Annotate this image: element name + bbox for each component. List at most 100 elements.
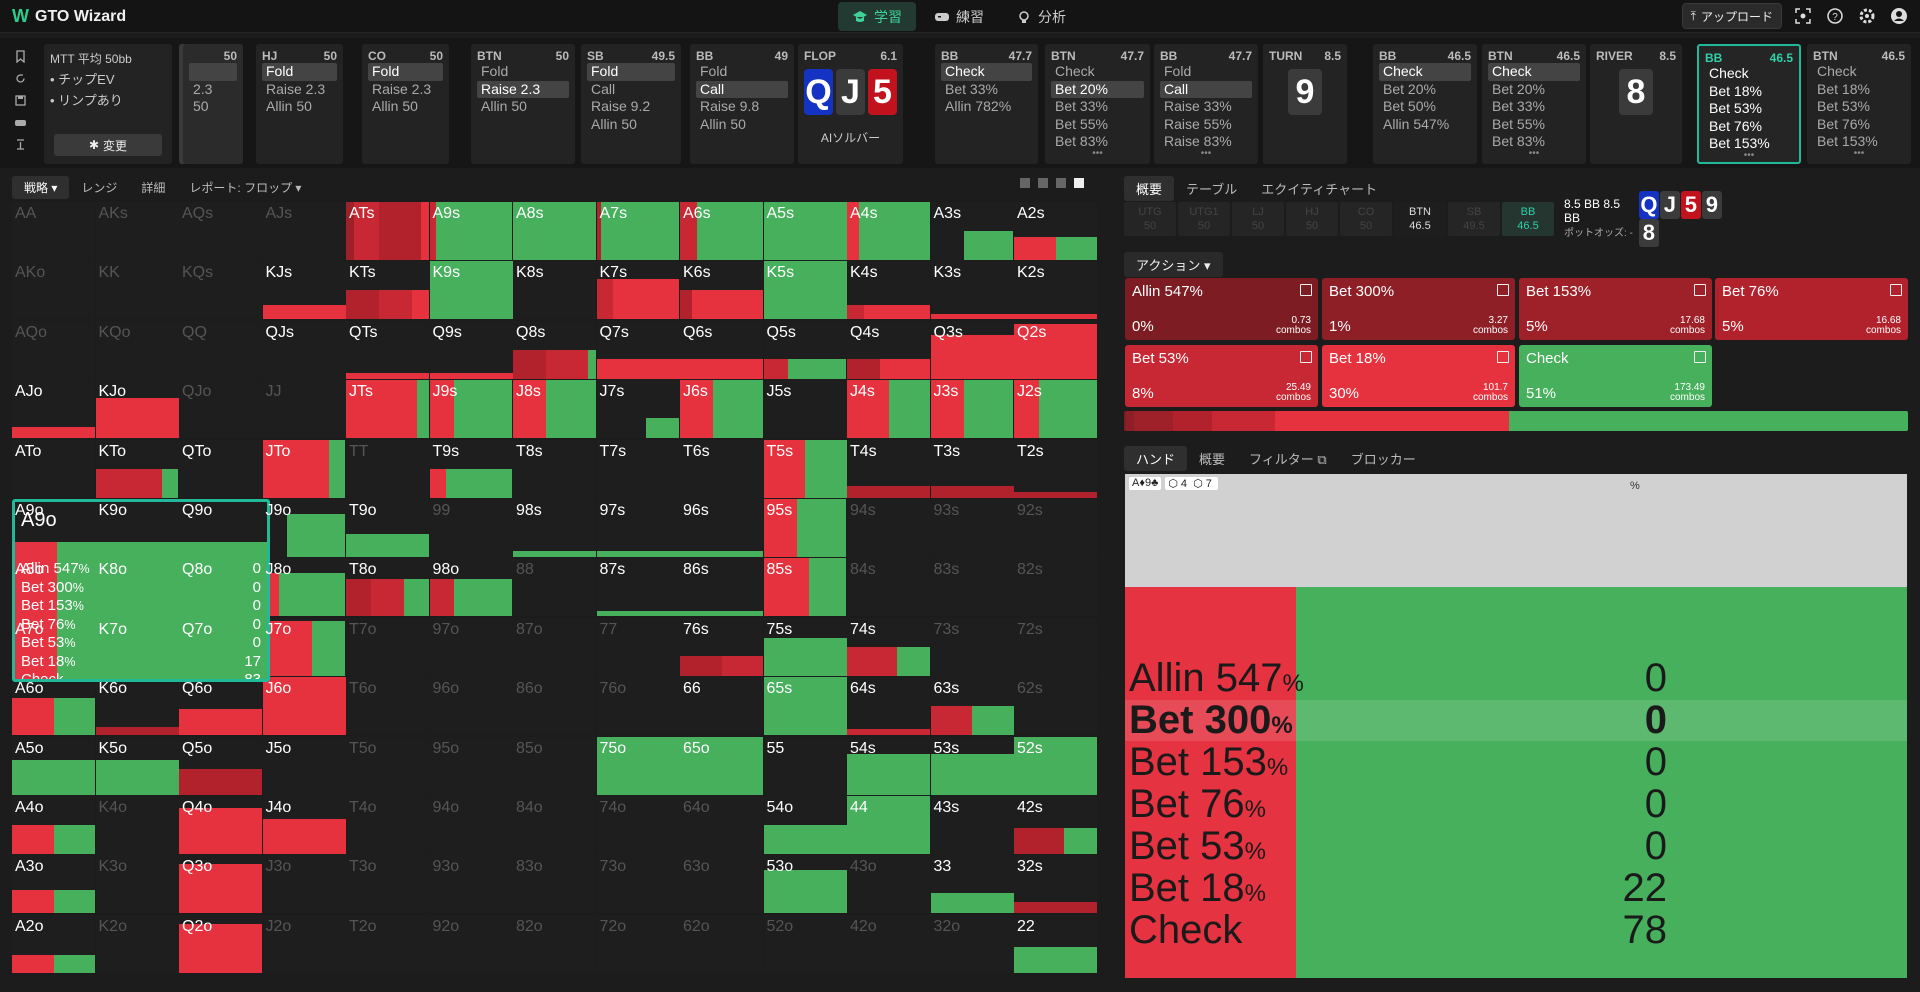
spot-option[interactable]: Bet 20% [1488,81,1580,99]
details-icon[interactable] [1300,284,1312,296]
hand-cell[interactable]: 74o [596,796,680,854]
hand-cell[interactable]: A8s [513,202,596,260]
view-grid4-icon[interactable] [1038,178,1048,188]
hand-cell[interactable]: QJs [262,320,346,379]
hand-cell[interactable]: 87o [513,617,596,676]
spot-option[interactable]: Bet 33% [1051,98,1144,116]
spot-option[interactable]: Bet 33% [1488,98,1580,116]
hand-cell[interactable]: K2s [1014,261,1097,320]
hand-cell[interactable]: 86o [513,677,596,736]
hand-cell[interactable]: K3s [930,261,1014,320]
hand-cell[interactable]: 85o [513,736,596,795]
spot-card[interactable]: BB 49 Fold Call Raise 9.8 Allin 50 [690,44,794,164]
hand-cell[interactable]: ATo [12,439,95,498]
hand-cell[interactable]: A2s [1014,202,1097,260]
spot-option[interactable]: Check [1488,63,1580,81]
hand-cell[interactable]: Q5s [763,320,847,379]
hand-cell[interactable]: 98s [513,499,596,557]
hand-cell[interactable]: 92o [429,914,513,973]
hand-cell[interactable]: T3o [346,855,429,914]
spot-option[interactable]: Raise 2.3 [477,80,569,98]
hand-cell[interactable]: 97o [429,617,513,676]
hand-cell[interactable]: J7o [262,617,346,676]
hand-cell[interactable]: Q8s [513,320,596,379]
screenshot-icon[interactable] [1792,5,1814,27]
spot-card[interactable]: BB 47.7 Check Bet 33% Allin 782% [935,44,1038,164]
hand-cell[interactable]: T9s [429,439,513,498]
spot-card[interactable]: BB 46.5 Check Bet 20% Bet 50% Allin 547% [1373,44,1477,164]
hand-cell[interactable]: J3o [262,855,346,914]
hand-cell[interactable]: 97s [596,499,680,557]
spot-option[interactable]: Raise 2.3 [368,81,443,99]
hand-cell[interactable]: 96s [680,499,763,557]
hand-cell[interactable]: 52o [763,914,847,973]
hand-cell[interactable]: A5o [12,736,95,795]
more-options-icon[interactable]: ••• [1488,148,1580,158]
hand-cell[interactable]: 73s [930,617,1014,676]
hand-cell[interactable]: K4o [95,796,179,854]
hand-cell[interactable]: 64o [680,796,763,854]
hand-cell[interactable]: K2o [95,914,179,973]
hand-cell[interactable]: 77 [596,617,680,676]
action-card[interactable]: Check 51% 173.49 combos [1519,345,1712,407]
spot-option[interactable]: Bet 50% [1379,98,1471,116]
hand-cell[interactable]: A3s [930,202,1014,260]
spot-option[interactable]: Bet 18% [1813,81,1905,99]
hand-cell[interactable]: K5o [95,736,179,795]
details-icon[interactable] [1890,284,1902,296]
hand-cell[interactable]: J5o [262,736,346,795]
hand-cell[interactable]: Q3o [179,855,262,914]
hand-cell[interactable]: A5s [763,202,847,260]
position-lj[interactable]: LJ 50 [1232,202,1284,236]
hand-cell[interactable]: J2o [262,914,346,973]
action-card[interactable]: Allin 547% 0% 0.73 combos [1125,278,1318,340]
spot-option[interactable]: Allin 50 [368,98,443,116]
hand-cell[interactable]: 74s [847,617,930,676]
tab-strategy[interactable]: 戦略 ▾ [12,176,70,199]
position-btn[interactable]: BTN 46.5 [1394,202,1446,236]
hand-cell[interactable]: 62o [680,914,763,973]
hand-cell[interactable]: 65o [680,736,763,795]
hand-cell[interactable]: T4o [346,796,429,854]
hand-cell[interactable]: AJs [262,202,346,260]
spot-option[interactable]: Fold [696,63,788,81]
hand-cell[interactable]: KTo [95,439,179,498]
spot-option[interactable]: Fold [262,63,337,81]
hand-cell[interactable]: KTs [346,261,429,320]
hand-cell[interactable]: 85s [763,558,847,617]
spot-option[interactable]: Check [1705,65,1793,83]
hand-cell[interactable]: Q5o [179,736,262,795]
hand-cell[interactable]: QQ [179,320,262,379]
hand-cell[interactable]: Q4o [179,796,262,854]
hand-cell[interactable]: Q2o [179,914,262,973]
spot-card[interactable]: BTN 47.7 Check Bet 20% Bet 33% Bet 55% Bet 83%… [1045,44,1150,164]
hand-cell[interactable]: T2o [346,914,429,973]
save-icon[interactable] [14,94,27,107]
hand-cell[interactable]: K6s [680,261,763,320]
view-single-icon[interactable] [1074,178,1084,188]
hand-cell[interactable]: KQs [179,261,262,320]
hand-cell[interactable]: K8s [513,261,596,320]
hand-cell[interactable]: AQo [12,320,95,379]
position-utg1[interactable]: UTG1 50 [1178,202,1230,236]
spot-option[interactable]: 50 [189,98,237,116]
details-icon[interactable] [1497,284,1509,296]
bookmark-icon[interactable] [14,50,27,64]
spot-option[interactable]: Allin 50 [477,98,569,116]
hand-cell[interactable]: 95o [429,736,513,795]
hand-cell[interactable]: Q9s [429,320,513,379]
spot-option[interactable]: Fold [587,63,675,81]
spot-option[interactable]: Fold [1160,63,1252,81]
hand-cell[interactable]: T7s [596,439,680,498]
hand-cell[interactable]: Q2s [1014,320,1097,379]
hand-cell[interactable]: T5o [346,736,429,795]
hand-cell[interactable]: 65s [763,677,847,736]
hand-cell[interactable]: Q3s [930,320,1014,379]
hand-cell[interactable]: J5s [763,380,847,439]
more-options-icon[interactable]: ••• [1705,150,1793,160]
spot-option[interactable]: Raise 55% [1160,116,1252,134]
hand-cell[interactable]: 76o [596,677,680,736]
hand-cell[interactable]: J8o [262,558,346,617]
hand-cell[interactable]: J8s [513,380,596,439]
hand-cell[interactable]: 22 [1014,914,1097,973]
